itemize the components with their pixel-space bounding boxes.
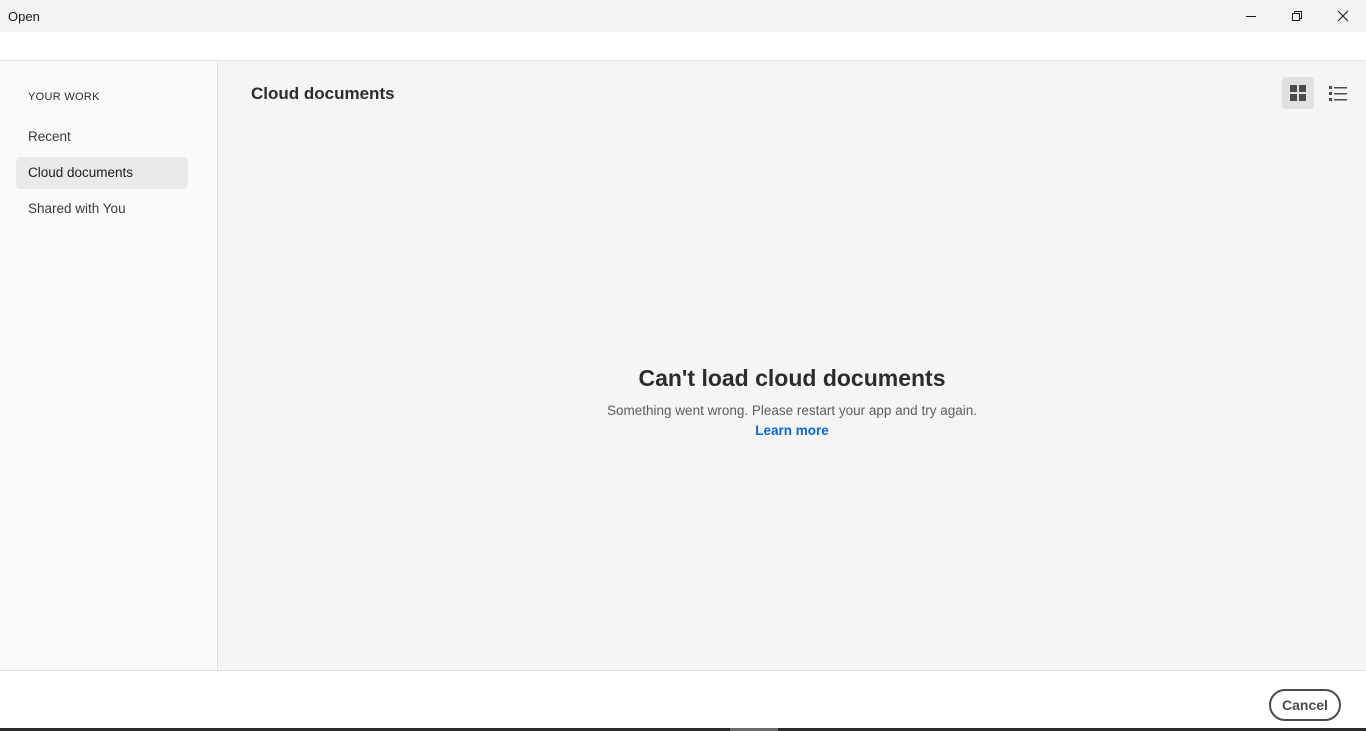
cancel-button[interactable]: Cancel: [1269, 689, 1341, 721]
close-icon: [1337, 10, 1349, 22]
main-content: Cloud documents Can't load cloud documen…: [218, 61, 1366, 670]
window-title: Open: [8, 9, 40, 24]
sidebar-item-recent[interactable]: Recent: [16, 121, 188, 153]
sidebar-item-cloud-documents[interactable]: Cloud documents: [16, 157, 188, 189]
dialog-footer: Cancel: [0, 670, 1366, 729]
empty-state-description: Something went wrong. Please restart you…: [607, 403, 977, 418]
minimize-button[interactable]: [1228, 0, 1274, 32]
close-button[interactable]: [1320, 0, 1366, 32]
header-strip: [0, 32, 1366, 61]
restore-button[interactable]: [1274, 0, 1320, 32]
open-dialog: Open YOUR WORK Recent Cloud documents Sh…: [0, 0, 1366, 731]
empty-state: Can't load cloud documents Something wen…: [218, 363, 1366, 440]
sidebar-section-heading: YOUR WORK: [28, 91, 100, 103]
learn-more-link[interactable]: Learn more: [755, 423, 829, 438]
list-view-button[interactable]: [1322, 77, 1354, 109]
grid-icon: [1290, 85, 1306, 101]
minimize-icon: [1246, 16, 1256, 17]
empty-state-title: Can't load cloud documents: [638, 365, 946, 391]
title-bar: Open: [0, 0, 1366, 32]
grid-view-button[interactable]: [1282, 77, 1314, 109]
sidebar-item-shared-with-you[interactable]: Shared with You: [16, 193, 188, 225]
restore-icon: [1292, 11, 1302, 21]
list-icon: [1329, 86, 1347, 101]
sidebar: YOUR WORK Recent Cloud documents Shared …: [0, 61, 218, 670]
page-title: Cloud documents: [251, 84, 395, 103]
